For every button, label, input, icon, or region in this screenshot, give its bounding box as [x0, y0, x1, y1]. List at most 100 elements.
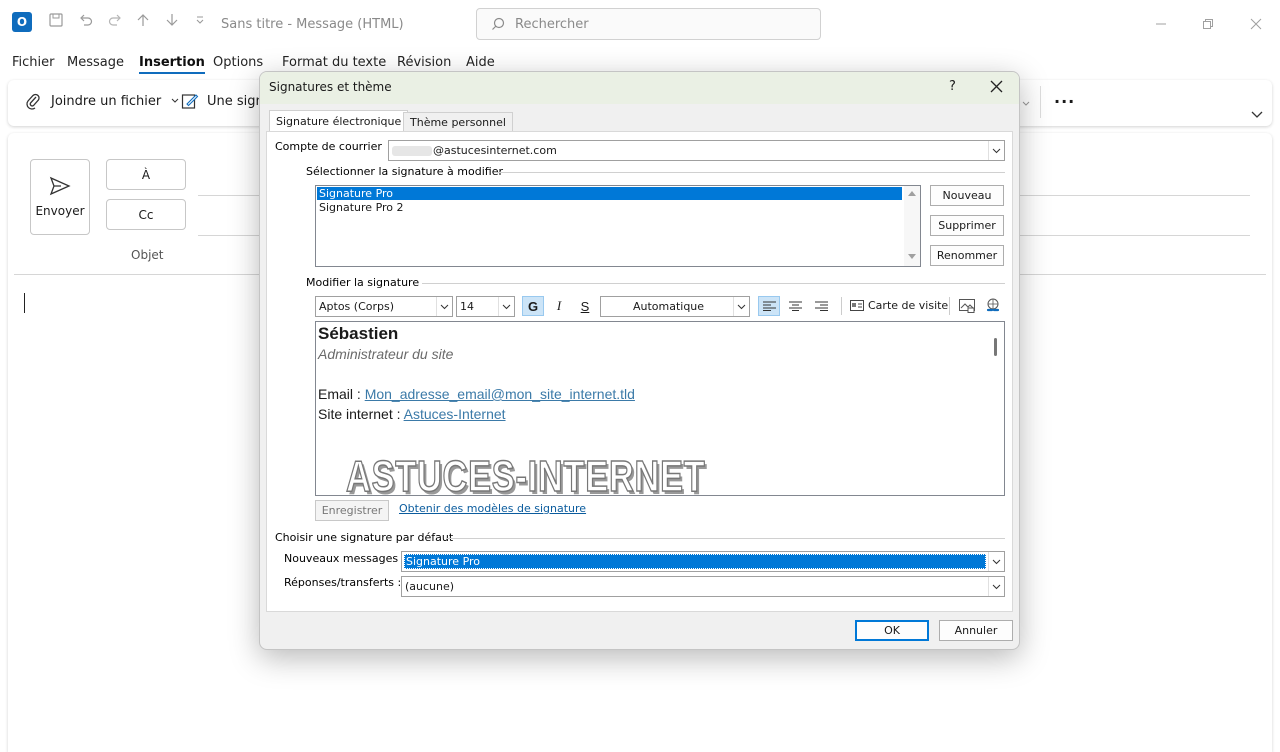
save-icon[interactable]	[44, 8, 68, 32]
signature-list[interactable]: Signature Pro Signature Pro 2	[315, 185, 921, 267]
signature-button[interactable]: Une sign	[181, 92, 264, 110]
dialog-title: Signatures et thème	[269, 80, 392, 94]
signature-site-line: Site internet : Astuces-Internet	[318, 406, 506, 422]
dialog-close-icon[interactable]	[990, 80, 1003, 96]
restore-icon[interactable]	[1198, 14, 1218, 34]
underline-button[interactable]: S	[574, 296, 596, 316]
help-button[interactable]: ?	[949, 79, 956, 94]
email-label: Email :	[318, 386, 365, 402]
business-card-button[interactable]: Carte de visite	[850, 299, 948, 312]
group-line	[422, 283, 1005, 284]
delete-signature-button[interactable]: Supprimer	[930, 215, 1004, 236]
signature-name: Sébastien	[318, 324, 399, 343]
cc-button[interactable]: Cc	[106, 199, 186, 230]
account-label: Compte de courrier	[275, 140, 382, 153]
menu-message[interactable]: Message	[67, 55, 124, 70]
search-box[interactable]: Rechercher	[476, 8, 821, 40]
window-title: Sans titre - Message (HTML)	[221, 17, 404, 32]
new-signature-button[interactable]: Nouveau	[930, 185, 1004, 206]
undo-icon[interactable]	[74, 8, 98, 32]
insert-hyperlink-icon[interactable]	[982, 296, 1004, 316]
email-link[interactable]: Mon_adresse_email@mon_site_internet.tld	[365, 386, 635, 402]
arrow-up-icon[interactable]	[131, 8, 155, 32]
paperclip-icon	[26, 93, 40, 110]
account-value: @astucesinternet.com	[433, 144, 557, 157]
color-value: Automatique	[632, 300, 705, 313]
menu-aide[interactable]: Aide	[466, 55, 495, 70]
send-button[interactable]: Envoyer	[30, 159, 90, 235]
scroll-thumb[interactable]	[994, 338, 997, 356]
align-left-icon[interactable]	[758, 296, 780, 316]
list-scrollbar[interactable]	[904, 186, 920, 266]
tab-theme-personnel[interactable]: Thème personnel	[403, 112, 513, 132]
rename-signature-button[interactable]: Renommer	[930, 245, 1004, 266]
replies-select[interactable]: (aucune)	[401, 576, 1005, 597]
menu-insertion[interactable]: Insertion	[139, 55, 205, 74]
font-size-select[interactable]: 14	[456, 296, 515, 317]
default-signature-group-label: Choisir une signature par défaut	[275, 531, 454, 544]
attach-file-button[interactable]: Joindre un fichier	[25, 92, 179, 110]
group-line	[447, 538, 1005, 539]
close-window-icon[interactable]	[1246, 14, 1266, 34]
tab-signature-electronique[interactable]: Signature électronique	[269, 110, 409, 132]
ribbon-expand-icon[interactable]	[1251, 108, 1263, 122]
align-right-icon[interactable]	[810, 296, 832, 316]
templates-link[interactable]: Obtenir des modèles de signature	[399, 502, 586, 515]
text-cursor	[24, 293, 25, 313]
send-icon	[49, 176, 71, 196]
ribbon-dropdown-icon[interactable]	[1022, 96, 1030, 110]
font-value: Aptos (Corps)	[319, 300, 395, 313]
edit-signature-group-label: Modifier la signature	[306, 276, 420, 289]
outlook-logo-icon: O	[12, 12, 32, 32]
chevron-down-icon	[436, 297, 452, 316]
blurred-username	[392, 145, 432, 156]
more-options-icon[interactable]: ···	[1054, 92, 1075, 111]
chevron-down-icon	[498, 297, 514, 316]
new-messages-select[interactable]: Signature Pro	[401, 551, 1005, 572]
group-line	[494, 172, 1005, 173]
italic-button[interactable]: I	[548, 296, 570, 316]
align-center-icon[interactable]	[784, 296, 806, 316]
customize-toolbar-icon[interactable]	[188, 8, 212, 32]
arrow-down-icon[interactable]	[160, 8, 184, 32]
toolbar-divider	[841, 297, 842, 315]
signature-icon	[181, 94, 199, 109]
menu-fichier[interactable]: Fichier	[12, 55, 55, 70]
menu-revision[interactable]: Révision	[397, 55, 451, 70]
chevron-down-icon	[171, 98, 179, 103]
search-icon	[492, 17, 505, 30]
insert-picture-icon[interactable]	[956, 296, 978, 316]
save-signature-button[interactable]: Enregistrer	[315, 500, 389, 521]
menu-format-du-texte[interactable]: Format du texte	[282, 55, 386, 70]
site-link[interactable]: Astuces-Internet	[404, 406, 506, 422]
signature-logo-image: ASTUCES-INTERNET	[345, 451, 706, 496]
ok-button[interactable]: OK	[855, 620, 929, 641]
send-label: Envoyer	[35, 204, 85, 218]
font-select[interactable]: Aptos (Corps)	[315, 296, 453, 317]
to-button[interactable]: À	[106, 159, 186, 190]
search-placeholder: Rechercher	[515, 16, 589, 32]
chevron-down-icon	[733, 297, 749, 316]
menu-options[interactable]: Options	[213, 55, 263, 70]
editor-scrollbar[interactable]	[988, 322, 1004, 495]
business-card-icon	[850, 300, 864, 311]
color-select[interactable]: Automatique	[600, 296, 750, 317]
account-select[interactable]: @astucesinternet.com	[388, 140, 1005, 161]
signatures-dialog: Signatures et thème ? Signature électron…	[259, 71, 1020, 650]
signature-editor[interactable]: Sébastien Administrateur du site Email :…	[315, 321, 1005, 496]
chevron-down-icon	[988, 577, 1004, 596]
signature-email-line: Email : Mon_adresse_email@mon_site_inter…	[318, 386, 635, 402]
subject-label: Objet	[131, 248, 164, 262]
redo-icon[interactable]	[103, 8, 127, 32]
signature-role: Administrateur du site	[318, 346, 454, 362]
signature-list-item[interactable]: Signature Pro	[317, 187, 902, 200]
ribbon-divider	[1040, 86, 1041, 118]
minimize-icon[interactable]	[1151, 14, 1171, 34]
cancel-button[interactable]: Annuler	[939, 620, 1013, 641]
replies-value: (aucune)	[405, 580, 455, 593]
bold-button[interactable]: G	[522, 296, 544, 316]
attach-file-label: Joindre un fichier	[51, 93, 162, 109]
signature-list-item[interactable]: Signature Pro 2	[317, 201, 902, 214]
dialog-titlebar: Signatures et thème ?	[260, 72, 1019, 104]
new-messages-value: Signature Pro	[404, 554, 986, 569]
